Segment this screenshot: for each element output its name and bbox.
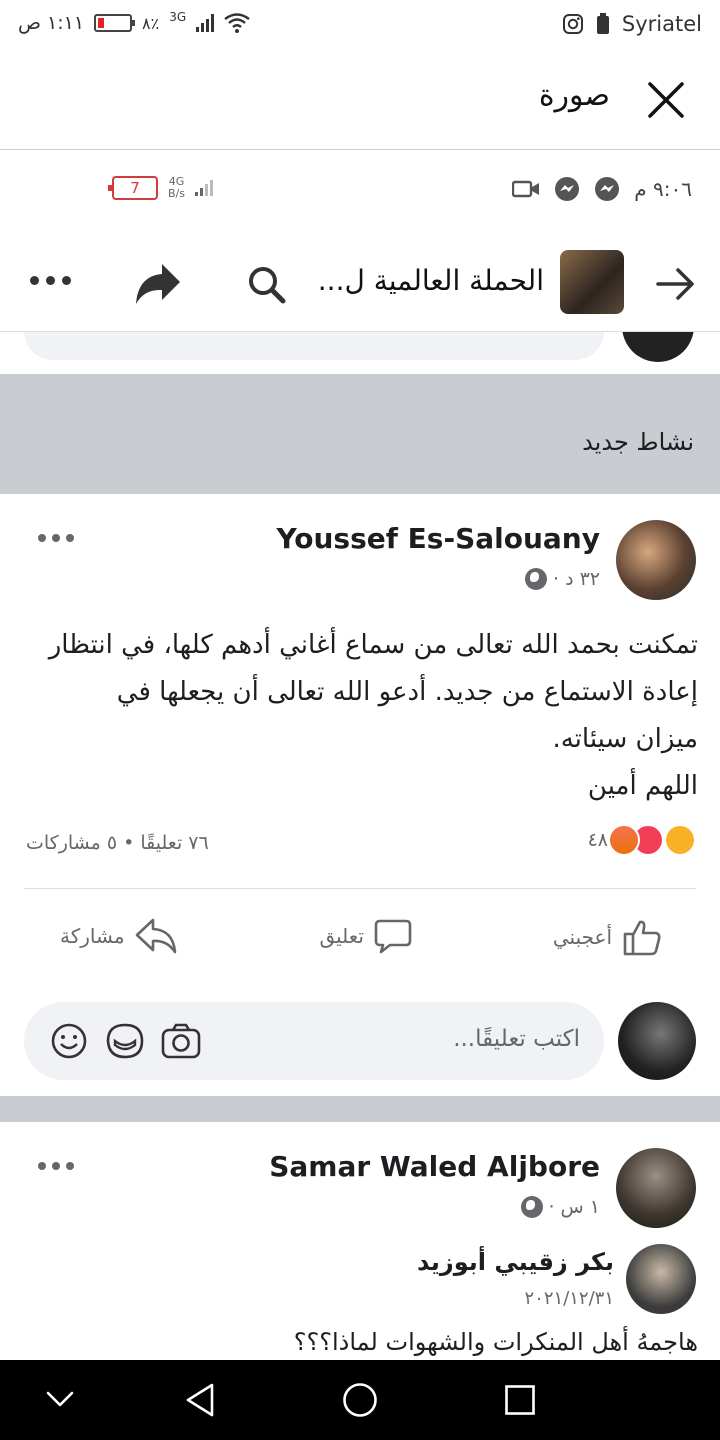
emoji-icon[interactable] xyxy=(50,1022,88,1060)
post-more-icon[interactable] xyxy=(38,1162,74,1170)
wifi-icon xyxy=(224,13,250,33)
shared-author-avatar[interactable] xyxy=(626,1244,696,1314)
search-icon[interactable] xyxy=(246,264,286,304)
viewer-title: صورة xyxy=(538,78,610,113)
sticker-icon[interactable] xyxy=(104,1022,146,1060)
like-label: أعجبني xyxy=(552,925,612,949)
more-options-icon[interactable] xyxy=(30,276,71,285)
messenger-icon xyxy=(555,177,580,201)
close-icon[interactable] xyxy=(646,80,686,120)
post-card: Youssef Es-Salouany ٣٢ د · تمكنت بحمد ال… xyxy=(0,494,720,1096)
page-header-bar: الحملة العالمية ل... xyxy=(0,236,720,332)
navigation-bar xyxy=(0,1360,720,1440)
facebook-screenshot: 7 4G B/s ٩:٠٦ م الحملة العالمية ل... نشا… xyxy=(0,152,720,1360)
shared-author-name[interactable]: بكر زقيبي أبوزيد xyxy=(417,1248,614,1276)
carrier-name: Syriatel xyxy=(621,12,702,36)
comment-icon xyxy=(374,919,412,954)
share-icon[interactable] xyxy=(132,262,182,306)
post-meta: ٣٢ د · xyxy=(525,568,600,590)
post-text-line: اللهم أمين xyxy=(587,771,698,801)
post-meta: ١ س · xyxy=(520,1196,600,1218)
previous-comment-stub xyxy=(0,332,720,374)
comments-shares-count[interactable]: ٧٦ تعليقًا • ٥ مشاركات xyxy=(26,832,209,854)
haha-reaction-icon xyxy=(664,824,696,856)
back-triangle-icon[interactable] xyxy=(182,1382,218,1418)
battery-icon xyxy=(94,14,136,32)
reactions-summary[interactable]: ٤٨ xyxy=(588,824,696,856)
share-button[interactable]: مشاركة xyxy=(60,918,177,954)
share-label: مشاركة xyxy=(60,924,125,948)
new-activity-band: نشاط جديد xyxy=(0,374,720,494)
battery-percent: ٨٪ xyxy=(142,13,160,33)
home-circle-icon[interactable] xyxy=(342,1382,378,1418)
signal-icon xyxy=(196,14,215,32)
sim-icon xyxy=(596,13,609,34)
post-text-line: تمكنت بحمد الله تعالى من سماع أغاني أدهم… xyxy=(48,630,698,660)
shared-date: ٢٠٢١/١٢/٣١ xyxy=(524,1288,614,1309)
globe-icon xyxy=(520,1196,543,1218)
post-time[interactable]: ٣٢ د xyxy=(565,568,600,590)
inner-battery-icon: 7 xyxy=(108,176,158,200)
viewer-header: صورة xyxy=(0,60,720,150)
like-button[interactable]: أعجبني xyxy=(553,918,662,956)
post-author[interactable]: Youssef Es-Salouany xyxy=(277,522,600,555)
comment-button[interactable]: تعليق xyxy=(319,918,412,954)
share-arrow-icon xyxy=(135,918,176,954)
inner-speed-unit: B/s xyxy=(168,187,185,200)
comment-label: تعليق xyxy=(319,924,364,948)
video-call-icon xyxy=(512,180,540,198)
shared-text: هاجمهُ أهل المنكرات والشهوات لماذا؟؟؟ xyxy=(293,1328,698,1356)
arrow-right-icon[interactable] xyxy=(654,262,698,306)
post-text: تمكنت بحمد الله تعالى من سماع أغاني أدهم… xyxy=(18,622,698,810)
page-name[interactable]: الحملة العالمية ل... xyxy=(318,264,544,297)
status-time: ١:١١ ص xyxy=(18,12,85,34)
comment-placeholder: اكتب تعليقًا... xyxy=(453,1026,580,1052)
comment-input[interactable]: اكتب تعليقًا... xyxy=(24,1002,604,1080)
new-activity-label: نشاط جديد xyxy=(582,428,694,456)
post-card: Samar Waled Aljbore ١ س · بكر زقيبي أبوز… xyxy=(0,1122,720,1360)
post-author[interactable]: Samar Waled Aljbore xyxy=(269,1150,600,1183)
inner-status-time: ٩:٠٦ م xyxy=(634,177,692,201)
post-time[interactable]: ١ س xyxy=(561,1196,600,1218)
status-bar: ١:١١ ص ٨٪ 3G Syriatel xyxy=(0,0,720,52)
recents-square-icon[interactable] xyxy=(504,1384,536,1416)
comment-composer: اكتب تعليقًا... xyxy=(0,992,720,1092)
thumbs-up-icon xyxy=(623,920,661,956)
divider xyxy=(24,888,696,889)
post-actions: أعجبني تعليق مشاركة xyxy=(0,892,720,982)
page-avatar[interactable] xyxy=(560,250,624,314)
instagram-icon xyxy=(562,14,583,34)
network-type: 3G xyxy=(169,10,187,24)
author-avatar[interactable] xyxy=(616,1148,696,1228)
globe-icon xyxy=(525,568,548,590)
reactions-count: ٤٨ xyxy=(587,829,608,851)
messenger-icon-2 xyxy=(595,177,620,201)
chevron-down-icon[interactable] xyxy=(44,1388,76,1410)
angry-reaction-icon xyxy=(608,824,640,856)
post-separator xyxy=(0,1096,720,1122)
inner-status-bar: 7 4G B/s ٩:٠٦ م xyxy=(0,152,720,230)
post-more-icon[interactable] xyxy=(38,534,74,542)
user-avatar[interactable] xyxy=(618,1002,696,1080)
inner-signal-icon xyxy=(194,180,213,196)
camera-icon[interactable] xyxy=(160,1022,202,1060)
post-text-line: ميزان سيئاته. xyxy=(552,724,698,754)
author-avatar[interactable] xyxy=(616,520,696,600)
post-text-line: إعادة الاستماع من جديد. أدعو الله تعالى … xyxy=(116,677,698,707)
